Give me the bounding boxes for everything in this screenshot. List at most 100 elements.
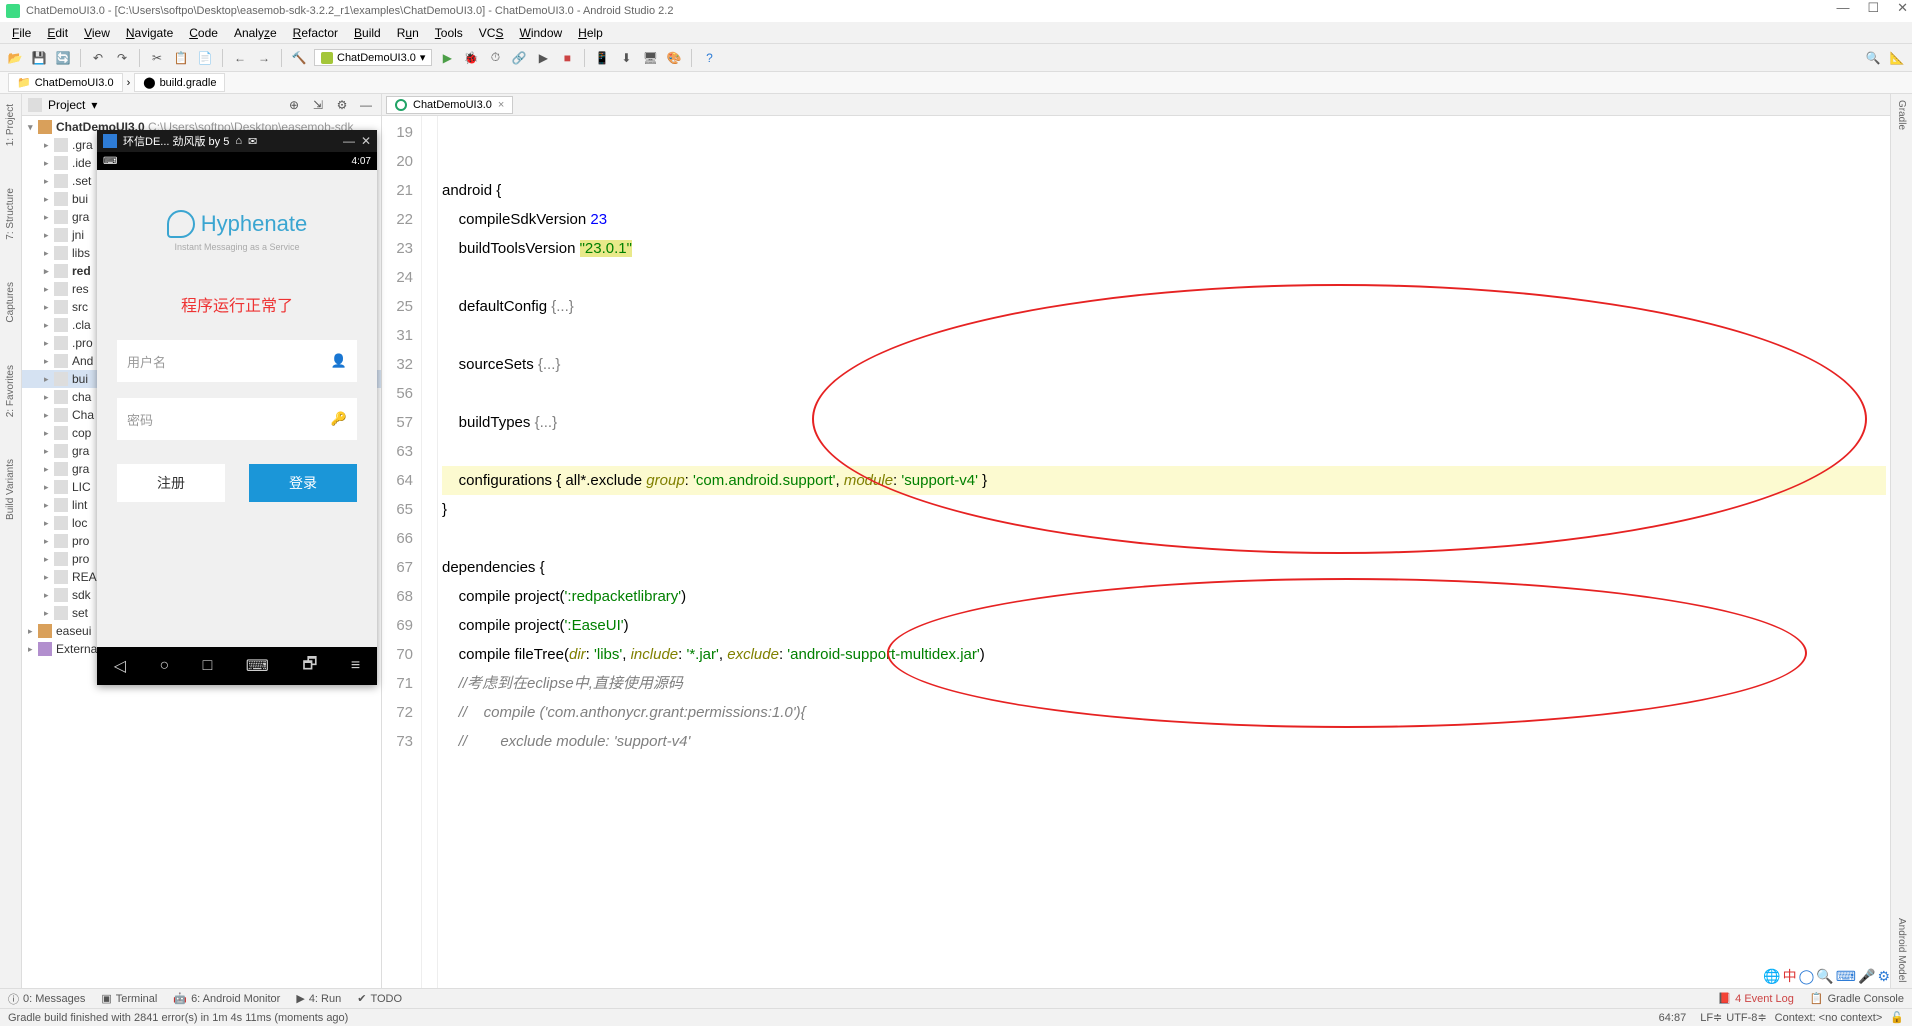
project-view-label[interactable]: Project: [48, 98, 85, 112]
tool-gradle[interactable]: Gradle: [1894, 94, 1909, 136]
multiwindow-icon[interactable]: 🗗: [302, 653, 317, 680]
editor-tab[interactable]: ChatDemoUI3.0 ×: [386, 96, 513, 114]
attach-icon[interactable]: 🔗: [510, 49, 528, 67]
emulator-status-bar: ⌨ 4:07: [97, 152, 377, 170]
separator: [222, 49, 223, 67]
recents-icon[interactable]: □: [203, 657, 213, 675]
tool-project[interactable]: 1: Project: [3, 98, 18, 152]
menu-view[interactable]: View: [78, 24, 116, 42]
file-encoding[interactable]: UTF-8≑: [1726, 1011, 1766, 1024]
paste-icon[interactable]: 📄: [196, 49, 214, 67]
maximize-button[interactable]: ☐: [1867, 0, 1879, 16]
menu-refactor[interactable]: Refactor: [287, 24, 344, 42]
sdk-icon[interactable]: ⬇: [617, 49, 635, 67]
tool-messages[interactable]: ⓘ 0: Messages: [8, 991, 85, 1007]
run-icon[interactable]: ▶: [438, 49, 456, 67]
gradle-console[interactable]: 📋 Gradle Console: [1810, 992, 1904, 1005]
help-icon[interactable]: ?: [700, 49, 718, 67]
ime-search-icon[interactable]: 🔍: [1816, 968, 1833, 985]
close-button[interactable]: ✕: [1897, 0, 1908, 16]
theme-icon[interactable]: 🎨: [665, 49, 683, 67]
ime-mic-icon[interactable]: 🎤: [1858, 968, 1875, 985]
menu-file[interactable]: File: [6, 24, 37, 42]
password-field[interactable]: 密码 🔑: [117, 398, 357, 440]
layout-icon[interactable]: 🖥: [641, 49, 659, 67]
separator: [80, 49, 81, 67]
context-label[interactable]: Context: <no context>: [1775, 1012, 1883, 1024]
floating-ime-icons[interactable]: 🌐 中 ◯ 🔍 ⌨ 🎤 ⚙: [1763, 966, 1890, 986]
lock-icon[interactable]: 🔓: [1890, 1011, 1904, 1024]
minimize-button[interactable]: ―: [1836, 0, 1849, 16]
tool-favorites[interactable]: 2: Favorites: [3, 359, 18, 423]
collapse-icon[interactable]: ⇲: [309, 96, 327, 114]
undo-icon[interactable]: ↶: [89, 49, 107, 67]
tool-android-model[interactable]: Android Model: [1894, 912, 1909, 988]
ime-settings-icon[interactable]: ⚙: [1877, 968, 1890, 985]
forward-icon[interactable]: →: [255, 49, 273, 67]
home-icon[interactable]: ○: [160, 657, 170, 675]
search-icon[interactable]: 🔍: [1864, 49, 1882, 67]
profile-icon[interactable]: ⏱: [486, 49, 504, 67]
menu-edit[interactable]: Edit: [41, 24, 74, 42]
redo-icon[interactable]: ↷: [113, 49, 131, 67]
avd-icon[interactable]: 📱: [593, 49, 611, 67]
username-field[interactable]: 用户名 👤: [117, 340, 357, 382]
emulator-window[interactable]: 环信DE... 劲风版 by 5 ⌂ ✉ ― ✕ ⌨ 4:07 Hyphenat…: [97, 130, 377, 685]
tool-android-monitor[interactable]: 🤖 6: Android Monitor: [173, 992, 280, 1005]
line-separator[interactable]: LF≑: [1700, 1011, 1722, 1024]
code-editor[interactable]: 1920212223242531325657636465666768697071…: [382, 116, 1890, 988]
menu-window[interactable]: Window: [513, 24, 568, 42]
project-structure-icon[interactable]: 📐: [1888, 49, 1906, 67]
menu-vcs[interactable]: VCS: [473, 24, 510, 42]
menu-analyze[interactable]: Analyze: [228, 24, 283, 42]
target-icon[interactable]: ⊕: [285, 96, 303, 114]
emulator-screen: Hyphenate Instant Messaging as a Service…: [97, 170, 377, 647]
window-title: ChatDemoUI3.0 - [C:\Users\softpo\Desktop…: [26, 5, 673, 17]
breadcrumb-root[interactable]: 📁 ChatDemoUI3.0: [8, 73, 123, 92]
menu-run[interactable]: Run: [391, 24, 425, 42]
close-tab-icon[interactable]: ×: [498, 99, 504, 111]
back-icon[interactable]: ←: [231, 49, 249, 67]
tool-run[interactable]: ▶ 4: Run: [296, 992, 341, 1005]
cut-icon[interactable]: ✂: [148, 49, 166, 67]
breadcrumb-file[interactable]: ⬤ build.gradle: [134, 73, 225, 92]
fold-column[interactable]: [422, 116, 438, 988]
event-log[interactable]: 📕 4 Event Log: [1717, 992, 1793, 1005]
login-button[interactable]: 登录: [249, 464, 357, 502]
code-content[interactable]: android { compileSdkVersion 23 buildTool…: [438, 116, 1890, 988]
ime-ring-icon[interactable]: ◯: [1799, 968, 1815, 985]
menu-build[interactable]: Build: [348, 24, 387, 42]
ime-keyboard-icon[interactable]: ⌨: [1836, 968, 1856, 985]
keyboard-icon[interactable]: ⌨: [246, 656, 269, 676]
open-icon[interactable]: 📂: [6, 49, 24, 67]
mail-icon[interactable]: ✉: [248, 135, 257, 148]
home-icon[interactable]: ⌂: [235, 135, 242, 147]
menu-help[interactable]: Help: [572, 24, 609, 42]
register-button[interactable]: 注册: [117, 464, 225, 502]
coverage-icon[interactable]: ▶: [534, 49, 552, 67]
run-config-selector[interactable]: ChatDemoUI3.0 ▾: [314, 49, 432, 66]
copy-icon[interactable]: 📋: [172, 49, 190, 67]
menu-code[interactable]: Code: [183, 24, 224, 42]
ime-zhong-icon[interactable]: 中: [1783, 966, 1797, 986]
globe-icon[interactable]: 🌐: [1763, 968, 1780, 985]
close-button[interactable]: ✕: [361, 134, 371, 148]
tool-captures[interactable]: Captures: [3, 276, 18, 329]
tool-terminal[interactable]: ▣ Terminal: [101, 992, 157, 1005]
save-icon[interactable]: 💾: [30, 49, 48, 67]
minimize-button[interactable]: ―: [343, 134, 355, 148]
make-icon[interactable]: 🔨: [290, 49, 308, 67]
tool-structure[interactable]: 7: Structure: [3, 182, 18, 246]
chevron-down-icon[interactable]: ▾: [91, 98, 97, 112]
tool-build-variants[interactable]: Build Variants: [3, 453, 18, 526]
sync-icon[interactable]: 🔄: [54, 49, 72, 67]
menu-tools[interactable]: Tools: [429, 24, 469, 42]
back-icon[interactable]: ◁: [114, 656, 126, 676]
tool-todo[interactable]: ✔ TODO: [357, 992, 402, 1005]
menu-icon[interactable]: ≡: [351, 657, 360, 675]
gear-icon[interactable]: ⚙: [333, 96, 351, 114]
stop-icon[interactable]: ■: [558, 49, 576, 67]
debug-icon[interactable]: 🐞: [462, 49, 480, 67]
menu-navigate[interactable]: Navigate: [120, 24, 179, 42]
hide-icon[interactable]: ―: [357, 96, 375, 114]
